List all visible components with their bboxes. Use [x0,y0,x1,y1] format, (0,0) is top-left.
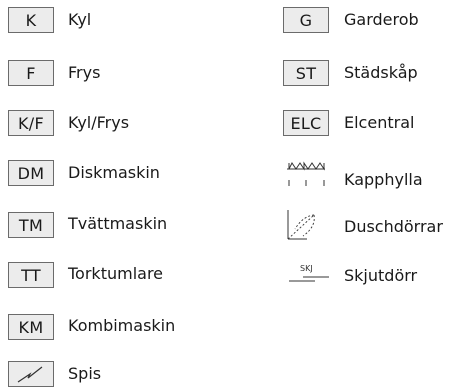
label-garderob: Garderob [344,10,419,29]
code-box-elc: ELC [283,110,329,136]
stove-icon [8,361,54,387]
code-box-tt: TT [8,262,54,288]
code-box-dm: DM [8,160,54,186]
label-kyl-frys: Kyl/Frys [68,113,130,132]
code-box-km: KM [8,314,54,340]
label-kapphylla: Kapphylla [344,170,423,189]
sliding-door-icon-text: SKJ [300,264,313,273]
label-skjutdorr: Skjutdörr [344,266,418,285]
label-frys: Frys [68,63,101,82]
label-torktumlare: Torktumlare [68,264,164,283]
sliding-door-icon: SKJ [283,262,335,288]
label-tvattmaskin: Tvättmaskin [68,214,168,233]
code-box-tm: TM [8,212,54,238]
label-stadskap: Städskåp [344,63,418,82]
code-box-st: ST [283,60,329,86]
code-box-k: K [8,7,54,33]
label-spis: Spis [68,364,102,383]
code-box-kf: K/F [8,110,54,136]
coat-rack-icon [283,160,329,190]
shower-door-icon [283,207,329,243]
code-box-f: F [8,60,54,86]
label-diskmaskin: Diskmaskin [68,163,160,182]
label-duschdorrar: Duschdörrar [344,217,443,236]
label-kombimaskin: Kombimaskin [68,316,176,335]
code-box-g: G [283,7,329,33]
label-elcentral: Elcentral [344,113,415,132]
label-kyl: Kyl [68,10,92,29]
